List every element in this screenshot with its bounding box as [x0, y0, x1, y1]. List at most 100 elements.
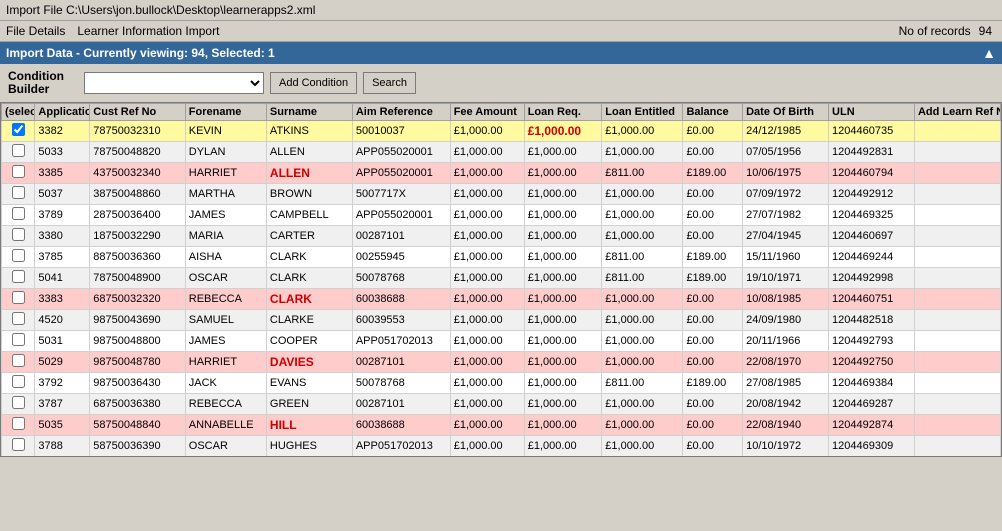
table-cell [914, 142, 1000, 163]
table-cell[interactable] [2, 142, 35, 163]
table-cell[interactable] [2, 436, 35, 457]
table-cell: HILL [266, 415, 352, 436]
table-cell[interactable] [2, 310, 35, 331]
table-row[interactable]: 338368750032320REBECCACLARK60038688£1,00… [2, 289, 1001, 310]
table-cell: £1,000.00 [450, 184, 524, 205]
condition-dropdown[interactable] [84, 72, 264, 94]
table-row[interactable]: 378858750036390OSCARHUGHESAPP051702013£1… [2, 436, 1001, 457]
table-cell[interactable] [2, 331, 35, 352]
col-header-feeamt: Fee Amount [450, 104, 524, 121]
table-cell[interactable] [2, 415, 35, 436]
table-cell[interactable] [2, 268, 35, 289]
table-cell: CAMPBELL [266, 205, 352, 226]
table-cell [914, 394, 1000, 415]
table-cell [914, 289, 1000, 310]
table-cell[interactable] [2, 394, 35, 415]
table-cell: OSCAR [185, 436, 266, 457]
table-cell: 27/07/1982 [743, 205, 829, 226]
row-checkbox[interactable] [12, 144, 25, 157]
table-cell[interactable] [2, 289, 35, 310]
table-cell: 3789 [35, 205, 90, 226]
table-cell[interactable] [2, 184, 35, 205]
table-cell: £0.00 [683, 205, 743, 226]
col-header-aimref: Aim Reference [352, 104, 450, 121]
table-row[interactable]: 379018750036410ELIZAJACKSON60038688£1,00… [2, 457, 1001, 458]
table-cell: 1204492793 [829, 331, 915, 352]
collapse-button[interactable]: ▲ [982, 45, 996, 61]
table-row[interactable]: 338278750032310KEVINATKINS50010037£1,000… [2, 121, 1001, 142]
menu-learner-import[interactable]: Learner Information Import [77, 24, 219, 38]
table-cell: 98750048780 [90, 352, 185, 373]
table-cell: £1,000.00 [450, 163, 524, 184]
row-checkbox[interactable] [12, 438, 25, 451]
table-cell[interactable] [2, 121, 35, 142]
table-cell: 18750032290 [90, 226, 185, 247]
table-cell: KEVIN [185, 121, 266, 142]
table-cell: £1,000.00 [602, 121, 683, 142]
table-cell: ALLEN [266, 142, 352, 163]
row-checkbox[interactable] [12, 270, 25, 283]
table-row[interactable]: 379298750036430JACKEVANS50078768£1,000.0… [2, 373, 1001, 394]
row-checkbox[interactable] [12, 333, 25, 346]
table-cell: BROWN [266, 184, 352, 205]
table-cell: £1,000.00 [450, 226, 524, 247]
table-container[interactable]: (select) Application ID Cust Ref No Fore… [0, 102, 1002, 457]
table-row[interactable]: 452098750043690SAMUELCLARKE60039553£1,00… [2, 310, 1001, 331]
table-cell: £1,000.00 [450, 457, 524, 458]
row-checkbox[interactable] [12, 354, 25, 367]
table-cell[interactable] [2, 205, 35, 226]
row-checkbox[interactable] [12, 417, 25, 430]
table-row[interactable]: 378588750036360AISHACLARK00255945£1,000.… [2, 247, 1001, 268]
table-cell: 3382 [35, 121, 90, 142]
table-cell[interactable] [2, 247, 35, 268]
row-checkbox[interactable] [12, 228, 25, 241]
table-cell[interactable] [2, 226, 35, 247]
table-cell: £1,000.00 [524, 436, 602, 457]
search-button[interactable]: Search [363, 72, 416, 94]
table-cell: 1204469287 [829, 394, 915, 415]
row-checkbox[interactable] [12, 291, 25, 304]
table-cell[interactable] [2, 373, 35, 394]
table-row[interactable]: 503378750048820DYLANALLENAPP055020001£1,… [2, 142, 1001, 163]
table-cell: £1,000.00 [524, 247, 602, 268]
row-checkbox[interactable] [12, 249, 25, 262]
row-checkbox[interactable] [12, 312, 25, 325]
table-row[interactable]: 338018750032290MARIACARTER00287101£1,000… [2, 226, 1001, 247]
table-row[interactable]: 502998750048780HARRIETDAVIES00287101£1,0… [2, 352, 1001, 373]
table-cell: 38750048860 [90, 184, 185, 205]
row-checkbox[interactable] [12, 165, 25, 178]
table-cell: £1,000.00 [602, 205, 683, 226]
row-checkbox[interactable] [12, 123, 25, 136]
table-cell: 78750048900 [90, 268, 185, 289]
table-cell: 98750036430 [90, 373, 185, 394]
table-row[interactable]: 503558750048840ANNABELLEHILL60038688£1,0… [2, 415, 1001, 436]
table-cell: 1204469309 [829, 436, 915, 457]
table-cell: £811.00 [602, 373, 683, 394]
menu-file-details[interactable]: File Details [6, 24, 65, 38]
table-cell: 24/09/1980 [743, 310, 829, 331]
table-row[interactable]: 378768750036380REBECCAGREEN00287101£1,00… [2, 394, 1001, 415]
add-condition-button[interactable]: Add Condition [270, 72, 357, 94]
table-cell[interactable] [2, 163, 35, 184]
table-row[interactable]: 503738750048860MARTHABROWN5007717X£1,000… [2, 184, 1001, 205]
row-checkbox[interactable] [12, 186, 25, 199]
table-cell: DYLAN [185, 142, 266, 163]
row-checkbox[interactable] [12, 375, 25, 388]
table-cell: 1204469325 [829, 205, 915, 226]
col-header-select: (select) [2, 104, 35, 121]
table-row[interactable]: 503198750048800JAMESCOOPERAPP051702013£1… [2, 331, 1001, 352]
table-cell: COOPER [266, 331, 352, 352]
table-cell: 5035 [35, 415, 90, 436]
table-cell[interactable] [2, 457, 35, 458]
row-checkbox[interactable] [12, 207, 25, 220]
row-checkbox[interactable] [12, 396, 25, 409]
table-row[interactable]: 504178750048900OSCARCLARK50078768£1,000.… [2, 268, 1001, 289]
table-row[interactable]: 338543750032340HARRIETALLENAPP055020001£… [2, 163, 1001, 184]
table-cell: 00287101 [352, 352, 450, 373]
table-cell: APP055020001 [352, 163, 450, 184]
col-header-uln: ULN [829, 104, 915, 121]
table-row[interactable]: 378928750036400JAMESCAMPBELLAPP055020001… [2, 205, 1001, 226]
table-cell[interactable] [2, 352, 35, 373]
table-cell: 98750048800 [90, 331, 185, 352]
table-cell: £811.00 [602, 268, 683, 289]
